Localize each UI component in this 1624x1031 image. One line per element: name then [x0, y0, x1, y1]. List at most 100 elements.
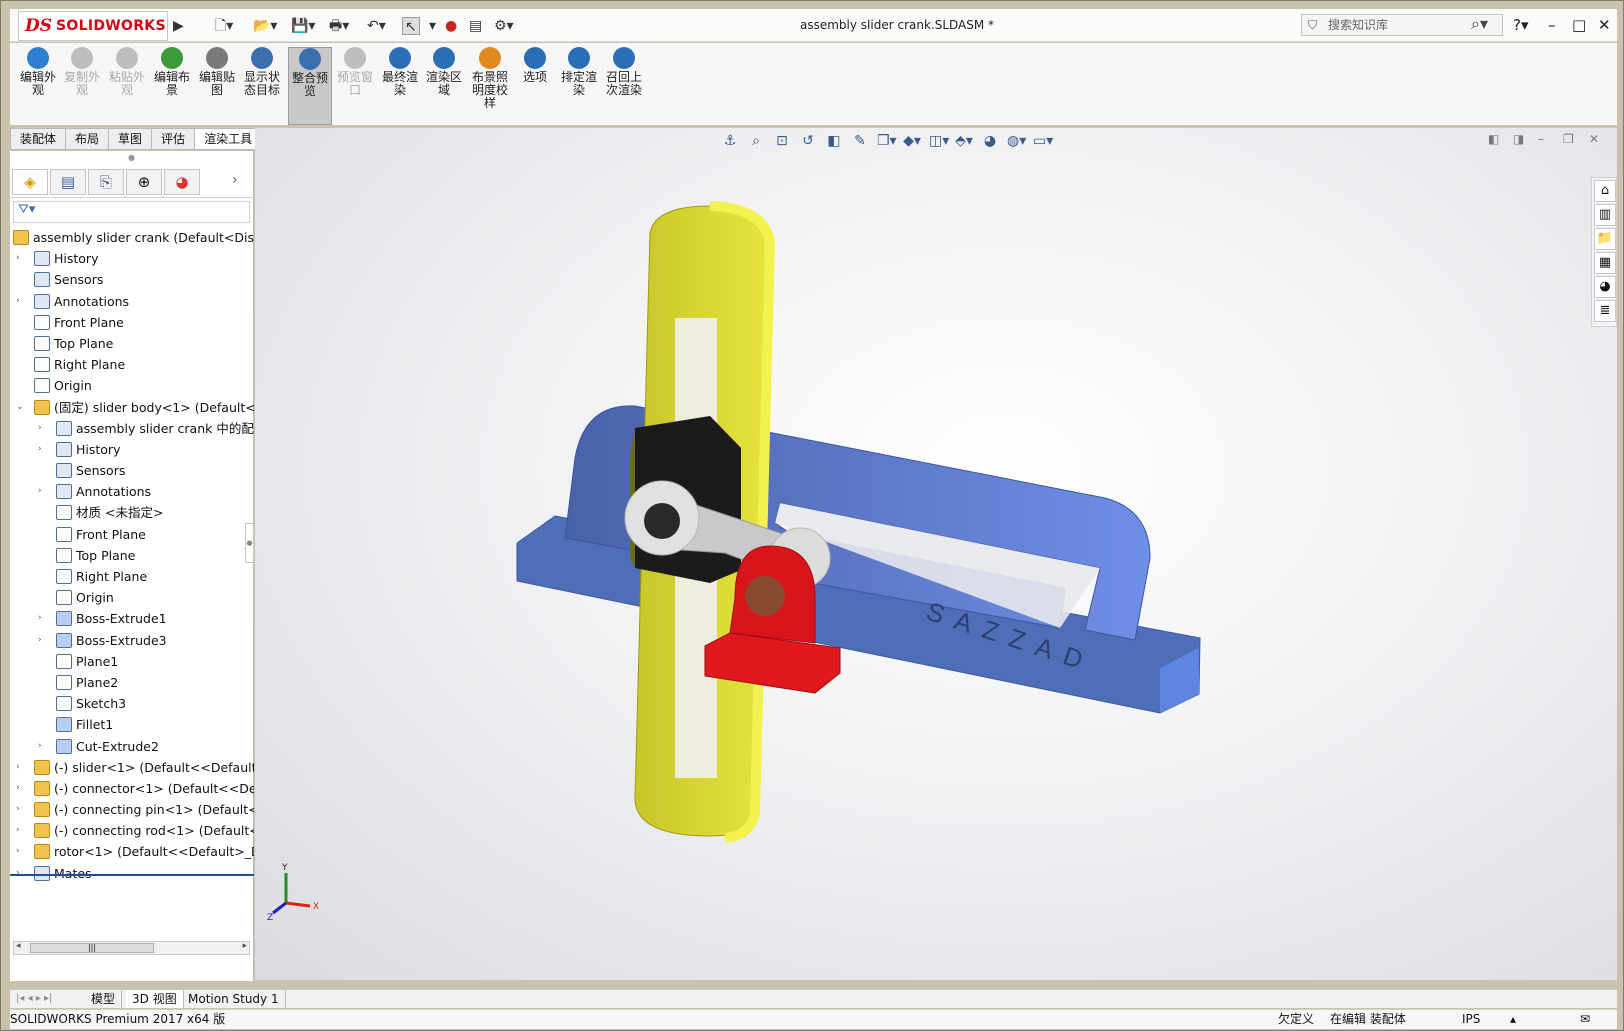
tree-expand-icon[interactable]: ⌄: [16, 397, 26, 418]
tree-item[interactable]: Fillet1: [10, 714, 254, 735]
ribbon-button-6[interactable]: 整合预览: [288, 47, 332, 125]
tree-expand-icon[interactable]: ›: [16, 820, 26, 841]
tree-item[interactable]: › assembly slider crank 中的配合: [10, 418, 254, 439]
design-library-icon[interactable]: ▥: [1594, 204, 1616, 226]
dynamic-annotation-icon[interactable]: ✎: [851, 132, 869, 150]
panel-tabs-more-icon[interactable]: ›: [232, 172, 238, 188]
tree-expand-icon[interactable]: ›: [16, 248, 26, 269]
tree-expand-icon[interactable]: ›: [38, 630, 48, 651]
tab-motion-study[interactable]: Motion Study 1: [182, 990, 286, 1008]
tree-item[interactable]: Plane2: [10, 672, 254, 693]
undo-icon[interactable]: ↶▾: [367, 17, 386, 35]
previous-view-icon[interactable]: ↺: [799, 132, 817, 150]
tree-expand-icon[interactable]: ›: [16, 799, 26, 820]
tree-item[interactable]: › Boss-Extrude1: [10, 608, 254, 629]
apply-scene-icon[interactable]: ◕: [981, 132, 999, 150]
tree-expand-icon[interactable]: ›: [16, 778, 26, 799]
tree-filter-input[interactable]: ⛛▾: [13, 201, 250, 223]
file-explorer-icon[interactable]: 📁: [1594, 228, 1616, 250]
display-manager-tab-icon[interactable]: ◕: [164, 169, 200, 195]
scroll-left-icon[interactable]: ◂: [16, 941, 21, 951]
tree-item[interactable]: ⌄ (固定) slider body<1> (Default<<I: [10, 397, 254, 418]
maximize-icon[interactable]: □: [1572, 16, 1586, 34]
select-cursor-icon[interactable]: ↖: [402, 17, 420, 35]
display-style-icon[interactable]: ◆▾: [903, 132, 921, 150]
zoom-to-area-icon[interactable]: ⊡: [773, 132, 791, 150]
viewport-restore-icon[interactable]: ❐: [1563, 132, 1574, 146]
custom-properties-icon[interactable]: ≣: [1594, 300, 1616, 322]
close-icon[interactable]: ✕: [1598, 16, 1611, 34]
new-document-icon[interactable]: 🗋▾: [215, 17, 233, 35]
search-icon[interactable]: ⌕▾: [1471, 14, 1488, 34]
units-dropdown-icon[interactable]: ▴: [1510, 1010, 1516, 1029]
view-orientation-icon[interactable]: ⚓: [721, 132, 739, 150]
tree-expand-icon[interactable]: ›: [38, 481, 48, 502]
units-selector[interactable]: IPS: [1462, 1010, 1480, 1029]
tree-expand-icon[interactable]: ›: [16, 757, 26, 778]
view-settings-icon[interactable]: ◍▾: [1007, 132, 1026, 150]
viewport-minimize-icon[interactable]: –: [1538, 132, 1544, 146]
ribbon-button-9[interactable]: 渲染区域: [422, 47, 466, 125]
panel-horizontal-scrollbar[interactable]: ◂ ||| ▸: [13, 941, 250, 955]
tab-3d-view[interactable]: 3D 视图: [126, 990, 184, 1008]
command-tab-1[interactable]: 布局: [65, 128, 110, 150]
tree-expand-icon[interactable]: ›: [38, 736, 48, 757]
tree-item[interactable]: Origin: [10, 375, 254, 396]
options-gear-icon[interactable]: ⚙▾: [494, 17, 514, 35]
tree-item[interactable]: assembly slider crank (Default<Displ: [10, 227, 254, 248]
tree-item[interactable]: › rotor<1> (Default<<Default>_Dis: [10, 841, 254, 862]
file-properties-icon[interactable]: ▤: [469, 17, 482, 35]
tree-item[interactable]: Sensors: [10, 460, 254, 481]
display-pane-icon[interactable]: ▭▾: [1033, 132, 1053, 150]
viewport-close-icon[interactable]: ✕: [1589, 132, 1599, 146]
view-orientation-dropdown-icon[interactable]: ❒▾: [877, 132, 897, 150]
tree-item[interactable]: Origin: [10, 587, 254, 608]
assembly-model[interactable]: SAZZAD Y X Z: [255, 128, 1617, 980]
tree-item[interactable]: Plane1: [10, 651, 254, 672]
tree-expand-icon[interactable]: ›: [38, 608, 48, 629]
tree-item[interactable]: › Annotations: [10, 481, 254, 502]
viewport-tile2-icon[interactable]: ◨: [1513, 132, 1524, 146]
tree-item[interactable]: Front Plane: [10, 312, 254, 333]
scrollbar-thumb[interactable]: |||: [30, 943, 154, 953]
select-dropdown-icon[interactable]: ▾: [429, 17, 436, 35]
ribbon-button-5[interactable]: 显示状态目标: [240, 47, 284, 125]
solidworks-logo[interactable]: DS SOLIDWORKS: [18, 11, 168, 41]
tree-item[interactable]: Top Plane: [10, 333, 254, 354]
open-document-icon[interactable]: 📂▾: [253, 17, 277, 35]
dimxpert-manager-tab-icon[interactable]: ⊕: [126, 169, 162, 195]
tree-item[interactable]: › (-) connecting rod<1> (Default<<: [10, 820, 254, 841]
ribbon-button-10[interactable]: 布景照明度校样: [468, 47, 512, 125]
print-icon[interactable]: 🖶▾: [329, 17, 349, 35]
tree-item[interactable]: › Boss-Extrude3: [10, 630, 254, 651]
view-palette-icon[interactable]: ▦: [1594, 252, 1616, 274]
property-manager-tab-icon[interactable]: ▤: [50, 169, 86, 195]
tree-item[interactable]: Top Plane: [10, 545, 254, 566]
tab-scroll-arrows-icon[interactable]: |◂ ◂ ▸ ▸|: [10, 990, 58, 1008]
tree-item[interactable]: › Cut-Extrude2: [10, 736, 254, 757]
tree-item[interactable]: Right Plane: [10, 354, 254, 375]
ribbon-button-12[interactable]: 排定渲染: [557, 47, 601, 125]
ribbon-button-3[interactable]: 编辑布景: [150, 47, 194, 125]
tree-item[interactable]: › (-) slider<1> (Default<<Default>_: [10, 757, 254, 778]
tree-item[interactable]: › History: [10, 248, 254, 269]
tree-item[interactable]: › (-) connecting pin<1> (Default<<I: [10, 799, 254, 820]
appearances-icon[interactable]: ◕: [1594, 276, 1616, 298]
feedback-icon[interactable]: ✉: [1580, 1010, 1590, 1029]
tree-item[interactable]: › (-) connector<1> (Default<<Defau: [10, 778, 254, 799]
feature-manager-tab-icon[interactable]: ◈: [12, 169, 48, 195]
scroll-right-icon[interactable]: ▸: [242, 941, 247, 951]
edit-appearance-icon[interactable]: ⬘▾: [955, 132, 973, 150]
ribbon-button-2[interactable]: 粘贴外观: [105, 47, 149, 125]
tab-model[interactable]: 模型: [85, 990, 123, 1008]
panel-collapse-handle[interactable]: ●: [245, 523, 254, 563]
tree-expand-icon[interactable]: ›: [38, 418, 48, 439]
viewport-tile-icon[interactable]: ◧: [1488, 132, 1499, 146]
tree-expand-icon[interactable]: ›: [38, 439, 48, 460]
ribbon-button-13[interactable]: 召回上次渲染: [602, 47, 646, 125]
minimize-icon[interactable]: –: [1548, 16, 1556, 34]
rollback-bar[interactable]: [10, 874, 254, 876]
tree-expand-icon[interactable]: ›: [16, 291, 26, 312]
tree-item[interactable]: › History: [10, 439, 254, 460]
ribbon-button-11[interactable]: 选项: [513, 47, 557, 125]
